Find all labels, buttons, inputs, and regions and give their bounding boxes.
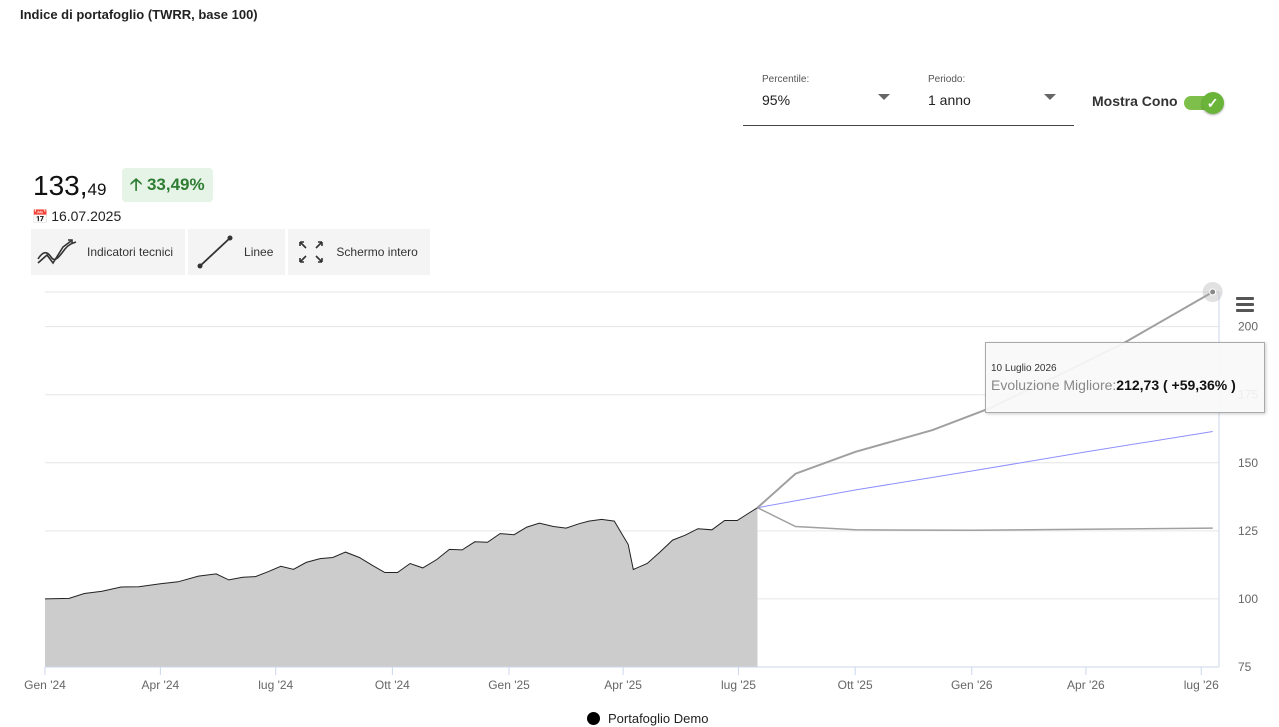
arrow-up-icon: 🡡 [130,175,143,194]
legend-label: Portafoglio Demo [608,711,709,726]
median-line [757,431,1213,509]
calendar-icon: 📅 [32,209,49,224]
tooltip-series: Evoluzione Migliore: [991,377,1117,393]
percentile-select[interactable]: Percentile: 95% [762,74,912,108]
portfolio-value-int: 133, [33,170,88,201]
percentile-label: Percentile: [762,74,810,85]
menu-icon[interactable] [1236,297,1254,313]
indicators-label: Indicatori tecnici [87,245,174,259]
y-tick-label: 125 [1238,524,1258,538]
change-value: 33,49% [146,175,205,194]
x-tick-label: Apr '26 [1067,678,1105,692]
x-tick-label: Gen '26 [951,678,993,692]
y-tick-label: 150 [1238,456,1258,470]
chart-tooltip: 10 Luglio 2026 Evoluzione Migliore:212,7… [985,342,1265,413]
lines-label: Linee [244,245,274,259]
x-tick-label: Gen '24 [24,678,66,692]
x-tick-label: Apr '25 [604,678,642,692]
date-text: 16.07.2025 [51,208,122,224]
chevron-down-icon[interactable] [878,94,890,100]
periodo-label: Periodo: [928,74,966,85]
fullscreen-button[interactable]: Schermo intero [288,229,430,275]
chart-legend[interactable]: Portafoglio Demo [587,711,708,726]
change-badge: 🡡 33,49% [122,168,213,202]
portfolio-value: 133,49 [33,170,106,202]
x-tick-label: Gen '25 [488,678,530,692]
y-tick-label: 100 [1238,592,1258,606]
cone-toggle-group: Mostra Cono ✓ [1092,92,1226,114]
y-tick-label: 200 [1238,320,1258,334]
lines-button[interactable]: Linee [188,229,286,275]
fullscreen-icon [299,241,324,263]
line-draw-icon [197,235,233,269]
cone-toggle[interactable]: ✓ [1183,92,1226,114]
x-tick-label: lug '26 [1184,678,1219,692]
tooltip-value: 212,73 ( +59,36% ) [1116,377,1236,393]
worst-case-line [757,507,1213,532]
chart-toolbar: Indicatori tecnici Linee Schermo intero [31,229,430,275]
tooltip-date: 10 Luglio 2026 [991,363,1057,374]
hover-marker [1209,288,1217,296]
x-tick-label: Apr '24 [142,678,180,692]
x-tick-label: Ott '25 [838,678,873,692]
check-icon[interactable]: ✓ [1201,92,1224,114]
page-title: Indice di portafoglio (TWRR, base 100) [20,7,258,22]
tooltip-row: Evoluzione Migliore:212,73 ( +59,36% ) [991,377,1264,393]
periodo-select[interactable]: Periodo: 1 anno [928,74,1078,108]
indicators-button[interactable]: Indicatori tecnici [31,229,186,275]
y-tick-label: 75 [1238,660,1252,674]
portfolio-value-dec: 49 [87,180,107,199]
x-tick-label: lug '25 [721,678,756,692]
chevron-down-icon[interactable] [1044,94,1056,100]
x-tick-label: Ott '24 [375,678,410,692]
x-tick-label: lug '24 [258,678,293,692]
value-date: 📅 16.07.2025 [32,208,121,225]
cone-toggle-label: Mostra Cono [1092,93,1178,109]
legend-marker [587,712,600,725]
fullscreen-label: Schermo intero [336,245,418,259]
chart-controls: Percentile: 95% Periodo: 1 anno [743,68,1074,126]
indicators-icon [37,239,77,265]
portfolio-area [45,507,758,667]
